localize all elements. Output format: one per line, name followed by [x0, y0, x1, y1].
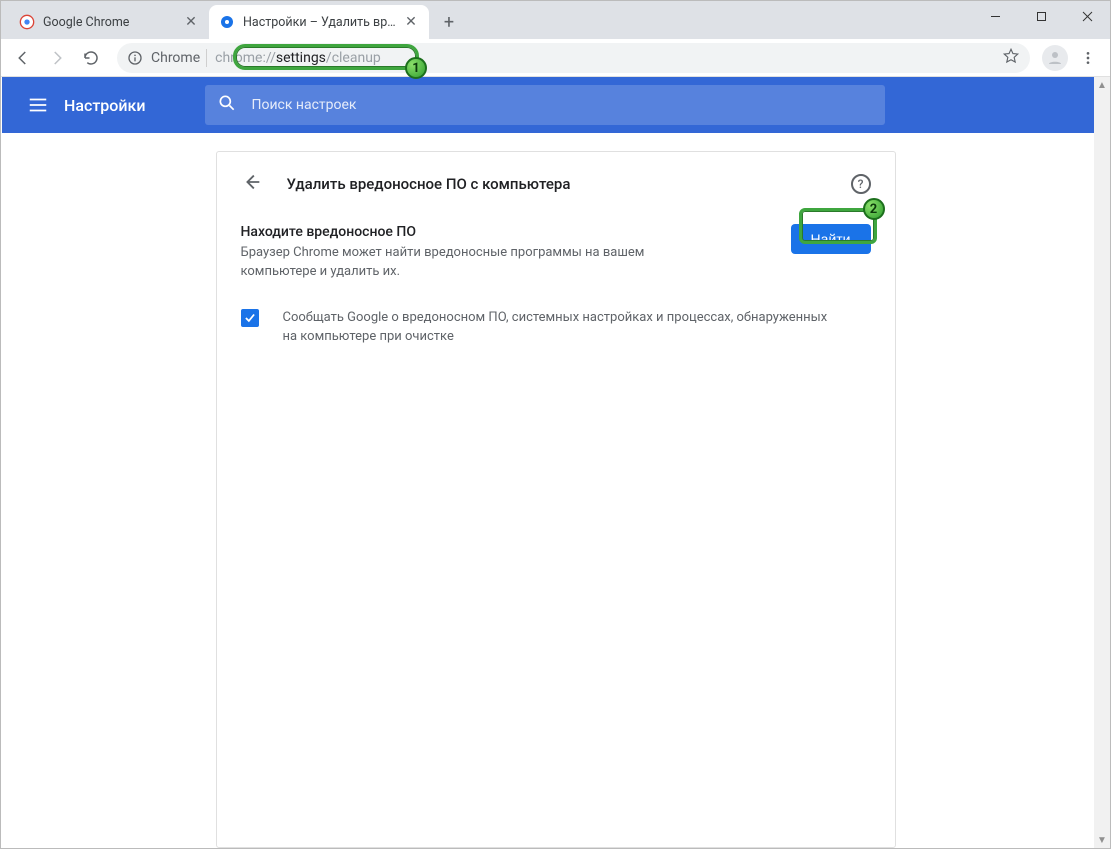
page-viewport: Настройки Поиск настроек Удалить вредоно…	[2, 77, 1109, 848]
tab-title: Настройки – Удалить вредонос	[243, 15, 397, 30]
tab-title: Google Chrome	[43, 15, 177, 30]
tab-close-button[interactable]: ✕	[403, 14, 419, 30]
settings-back-button[interactable]	[241, 171, 263, 197]
tab-close-button[interactable]: ✕	[183, 14, 199, 30]
url-host-label: Chrome	[151, 50, 200, 66]
chrome-favicon-icon	[19, 14, 35, 30]
settings-header: Настройки Поиск настроек	[2, 77, 1109, 133]
window-controls	[972, 1, 1110, 31]
tab-google-chrome[interactable]: Google Chrome ✕	[9, 5, 209, 39]
report-checkbox-label: Сообщать Google о вредоносном ПО, систем…	[283, 308, 843, 347]
window-maximize-button[interactable]	[1018, 1, 1064, 31]
settings-body: Удалить вредоносное ПО с компьютера ? На…	[2, 133, 1109, 848]
search-icon	[217, 93, 237, 117]
report-checkbox[interactable]	[241, 309, 259, 327]
settings-title: Настройки	[64, 96, 145, 115]
address-bar[interactable]: Chrome chrome://settings/cleanup	[117, 43, 1030, 73]
help-icon[interactable]: ?	[851, 174, 871, 194]
tab-settings-cleanup[interactable]: Настройки – Удалить вредонос ✕	[209, 5, 429, 39]
page-title: Удалить вредоносное ПО с компьютера	[287, 175, 851, 193]
section-description: Браузер Chrome может найти вредоносные п…	[241, 244, 721, 282]
tab-strip: Google Chrome ✕ Настройки – Удалить вред…	[9, 1, 463, 39]
settings-menu-button[interactable]	[16, 83, 60, 127]
card-header: Удалить вредоносное ПО с компьютера ?	[241, 170, 871, 198]
page-scrollbar[interactable]: ▲ ▼	[1094, 77, 1110, 848]
scroll-down-icon[interactable]: ▼	[1094, 832, 1110, 848]
cleanup-card: Удалить вредоносное ПО с компьютера ? На…	[216, 151, 896, 848]
nav-forward-button[interactable]	[43, 44, 71, 72]
browser-toolbar: Chrome chrome://settings/cleanup	[1, 39, 1110, 77]
url-display: chrome://settings/cleanup	[215, 50, 381, 66]
settings-favicon-icon	[219, 14, 235, 30]
nav-back-button[interactable]	[9, 44, 37, 72]
separator	[206, 49, 207, 67]
report-checkbox-row: Сообщать Google о вредоносном ПО, систем…	[241, 308, 871, 347]
window-titlebar: Google Chrome ✕ Настройки – Удалить вред…	[1, 1, 1110, 39]
section-title: Находите вредоносное ПО	[241, 224, 775, 240]
find-malware-section: Находите вредоносное ПО Браузер Chrome м…	[241, 224, 871, 282]
window-close-button[interactable]	[1064, 1, 1110, 31]
scroll-up-icon[interactable]: ▲	[1094, 77, 1110, 93]
window-minimize-button[interactable]	[972, 1, 1018, 31]
nav-reload-button[interactable]	[77, 44, 105, 72]
chrome-menu-button[interactable]	[1074, 44, 1102, 72]
bookmark-star-icon[interactable]	[1002, 47, 1020, 69]
annotation-badge-2: 2	[863, 198, 885, 220]
profile-avatar-button[interactable]	[1042, 45, 1068, 71]
new-tab-button[interactable]: +	[435, 8, 463, 36]
find-button[interactable]: Найти	[791, 224, 871, 254]
search-placeholder: Поиск настроек	[251, 97, 356, 113]
site-info-icon[interactable]	[127, 50, 143, 66]
settings-search-input[interactable]: Поиск настроек	[205, 85, 885, 125]
